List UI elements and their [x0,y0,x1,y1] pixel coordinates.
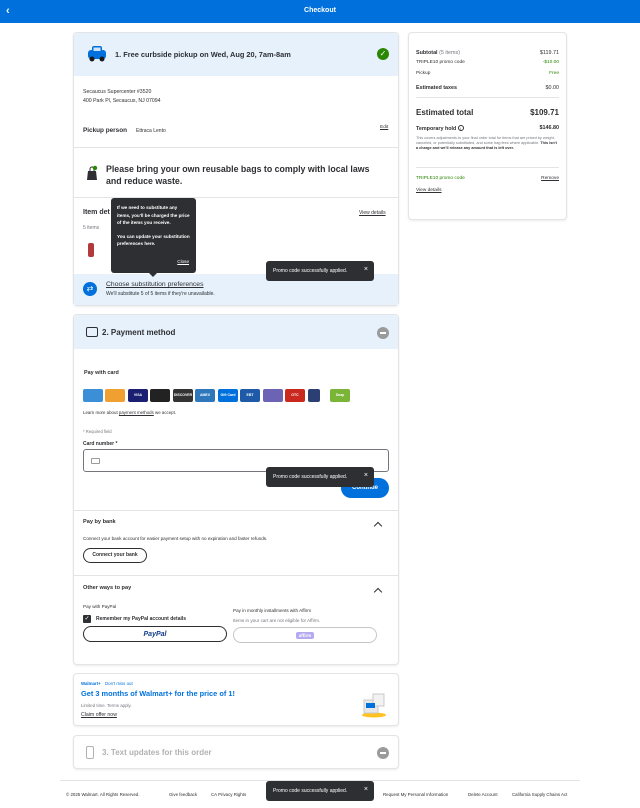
reusable-bag-icon [86,165,98,181]
item-thumbnail [88,243,94,257]
page-title: Checkout [304,7,336,14]
pickup-title: 1. Free curbside pickup on Wed, Aug 20, … [115,50,291,59]
gift-box-illustration [361,688,387,718]
promo-toast: Promo code successfully applied. × [266,467,374,487]
payment-logo-ebt: EBT [240,389,260,402]
paypal-button[interactable]: PayPal [83,626,227,642]
footer-link-ca-privacy[interactable]: CA Privacy Rights [211,792,246,797]
pickup-fee-value: Free [549,71,559,76]
edit-pickup-person-link[interactable]: Edit [380,125,388,130]
remove-promo-link[interactable]: Remove [541,176,559,181]
total-label: Estimated total [416,108,474,117]
pay-with-paypal-label: Pay with PayPal [83,604,117,609]
credit-card-icon [91,458,100,464]
store-name: Secaucus Supercenter #3520 [83,89,152,95]
temporary-hold-desc: This covers adjustments to your final or… [416,136,557,150]
subtotal-row: Subtotal (5 items) [416,50,461,56]
walmart-plus-tag: Don't miss out [105,681,133,686]
substitution-tooltip: If we need to substitute any items, you'… [111,198,196,277]
view-item-details-link[interactable]: View details [359,210,386,216]
substitution-preferences-link[interactable]: Choose substitution preferences [106,281,203,288]
payment-logo-9 [263,389,283,402]
payment-logo-snap: Snap [330,389,350,402]
walmart-plus-headline: Get 3 months of Walmart+ for the price o… [81,689,235,698]
footer-copyright: © 2025 Walmart. All Rights Reserved. [66,792,140,797]
payment-logo-mastercard [150,389,170,402]
pay-by-bank-title: Pay by bank [83,519,116,525]
payment-logo-11 [308,389,320,402]
wallet-icon [86,327,98,337]
payment-title: 2. Payment method [102,328,176,337]
store-address: 400 Park Pl, Secaucus, NJ 07094 [83,98,161,104]
pay-with-card-label: Pay with card [84,370,119,376]
tooltip-close-link[interactable]: Close [177,258,189,266]
tooltip-text-1: If we need to substitute any items, you'… [117,205,190,225]
promo-toast: Promo code successfully applied. × [266,261,374,281]
collapse-icon[interactable] [377,747,389,759]
collapse-icon[interactable] [377,327,389,339]
walmart-plus-card: Walmart+ Don't miss out Get 3 months of … [73,673,399,726]
footer-link-feedback[interactable]: Give feedback [169,792,197,797]
affirm-title: Pay in monthly installments with Affirm [233,608,312,613]
phone-icon [86,746,94,759]
pickup-person-name: Ettraca Lento [136,128,166,134]
footer-link-supply-chains[interactable]: California Supply Chains Act [512,792,567,797]
footer-link-delete-account[interactable]: Delete Account [468,792,498,797]
payment-methods-link[interactable]: payment methods [119,410,154,415]
text-updates-card: 3. Text updates for this order [73,735,399,769]
check-circle-icon: ✓ [377,48,389,60]
promo-toast: Promo code successfully applied. × [266,781,374,801]
walmart-plus-brand: Walmart+ [81,681,101,686]
taxes-value: $0.00 [545,85,560,91]
order-summary: Subtotal (5 items) $119.71 TRIPLE10 prom… [408,32,567,220]
pay-by-bank-desc: Connect your bank account for easier pay… [83,536,268,541]
applied-promo-label: TRIPLE10 promo code [416,176,465,181]
toast-close-icon[interactable]: × [364,266,368,273]
payment-logo-visa: VISA [128,389,148,402]
total-value: $109.71 [530,108,559,117]
taxes-label: Estimated taxes [416,85,458,91]
items-count: 5 items [83,225,100,231]
payment-logo-giftcard: Gift Card [218,389,238,402]
payment-logo-2 [105,389,125,402]
temporary-hold-label: Temporary hold i [416,125,464,132]
affirm-logo: affirm [295,632,315,639]
walmart-plus-terms: Limited time. Terms apply. [81,703,132,708]
toast-close-icon[interactable]: × [364,786,368,793]
text-updates-title: 3. Text updates for this order [102,748,212,757]
payment-logo-otc: OTC [285,389,305,402]
connect-bank-button[interactable]: Connect your bank [83,548,147,563]
promo-label: TRIPLE10 promo code [416,60,465,65]
toast-close-icon[interactable]: × [364,472,368,479]
promo-value: -$10.00 [542,60,559,65]
top-bar: ‹ Checkout [0,0,640,23]
subtotal-value: $119.71 [539,50,559,56]
paypal-logo: PayPal [143,631,167,638]
claim-offer-link[interactable]: Claim offer now [81,712,117,718]
tooltip-text-2: You can update your substitution prefere… [117,233,190,247]
affirm-button: affirm [233,627,377,643]
info-icon[interactable]: i [457,125,464,131]
payment-logo-amex: AMEX [195,389,215,402]
required-note: * Required field [83,429,112,434]
card-number-label: Card number * [83,441,118,447]
summary-view-details-link[interactable]: View details [416,188,442,193]
remember-paypal-label: Remember my PayPal account details [96,616,187,622]
remember-paypal-checkbox[interactable]: ✓ [83,615,91,623]
pickup-person-label: Pickup person [83,127,128,134]
car-icon [86,44,108,64]
pickup-fee-label: Pickup [416,71,431,76]
affirm-desc: Items in your cart are not eligible for … [233,618,321,623]
shuffle-icon: ⇄ [83,282,97,296]
item-details-label: Item det [83,209,110,216]
bags-notice: Please bring your own reusable bags to c… [106,164,370,186]
substitution-subtext: We'll substitute 5 of 5 items if they're… [106,291,215,297]
learn-more-text: Learn more about payment methods we acce… [83,410,177,415]
other-ways-title: Other ways to pay [83,585,132,591]
payment-logo-1 [83,389,103,402]
footer-link-personal-info[interactable]: Request My Personal Information [383,792,448,797]
payment-logo-discover: DISCOVER [173,389,193,402]
temporary-hold-value: $146.80 [539,125,560,131]
